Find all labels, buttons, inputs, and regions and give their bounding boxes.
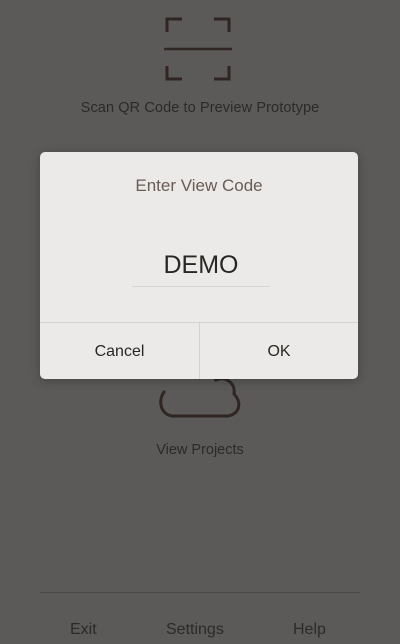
- dialog-button-bar: Cancel OK: [40, 322, 358, 379]
- scan-qr-label[interactable]: Scan QR Code to Preview Prototype: [0, 100, 400, 116]
- help-button[interactable]: Help: [293, 620, 326, 640]
- ok-button[interactable]: OK: [199, 323, 358, 379]
- dialog-title: Enter View Code: [135, 176, 263, 195]
- cancel-button[interactable]: Cancel: [40, 323, 199, 379]
- bottom-divider: [40, 592, 360, 593]
- qr-scan-frame-icon[interactable]: [164, 16, 232, 82]
- view-projects-label[interactable]: View Projects: [0, 442, 400, 458]
- bottom-nav: Exit Settings Help: [0, 620, 400, 644]
- settings-button[interactable]: Settings: [166, 620, 224, 640]
- view-code-input[interactable]: [132, 245, 270, 285]
- view-code-dialog: Enter View Code Cancel OK: [40, 152, 358, 379]
- input-underline: [132, 286, 270, 287]
- exit-button[interactable]: Exit: [70, 620, 97, 640]
